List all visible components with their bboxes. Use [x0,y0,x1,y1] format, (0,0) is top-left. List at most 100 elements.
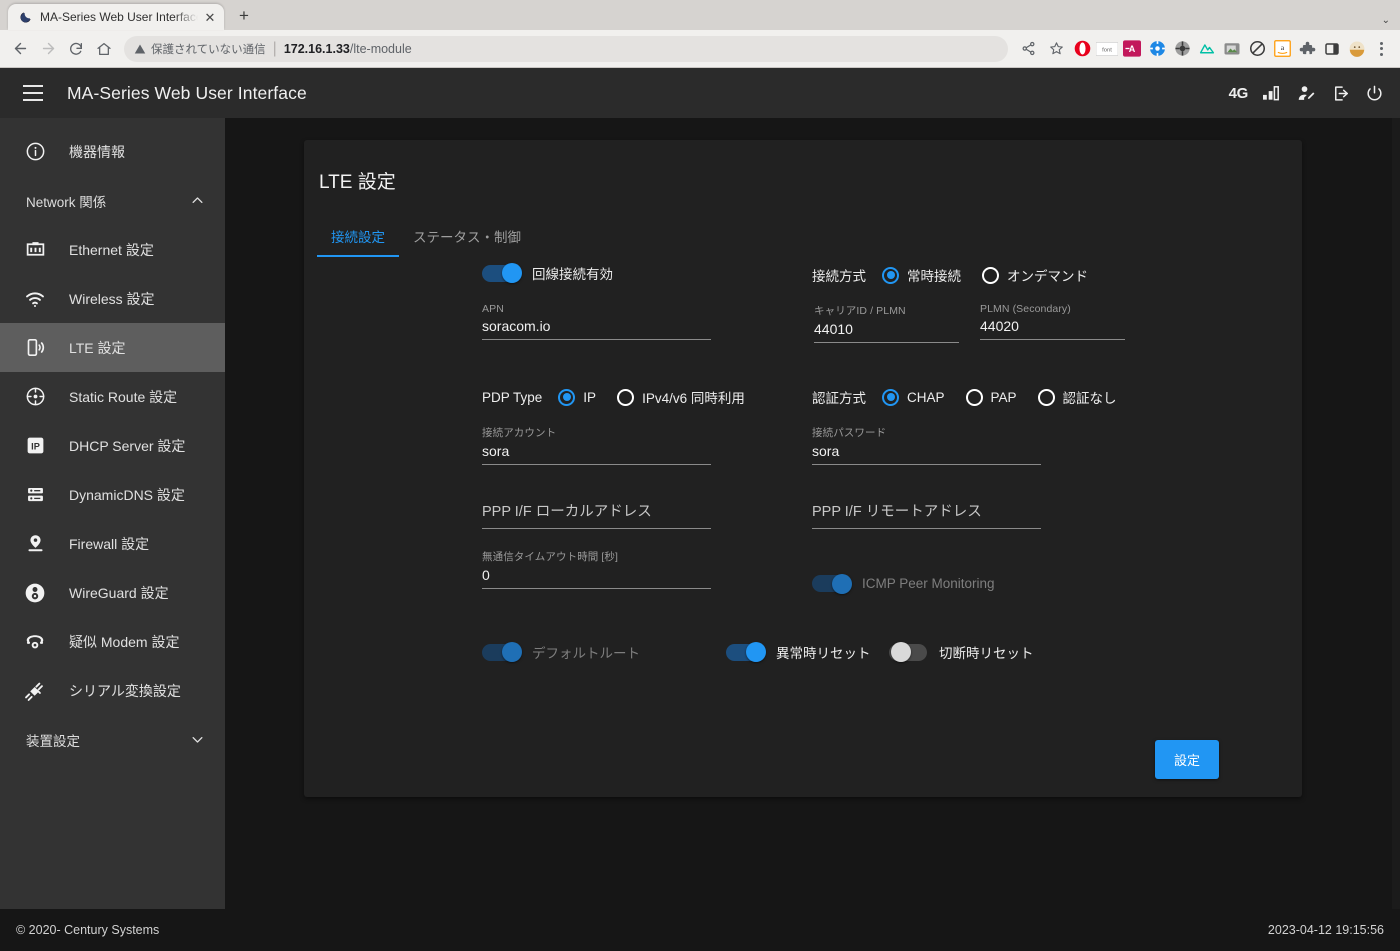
idle-timeout-input[interactable]: 0 [482,567,711,589]
font-extension-icon[interactable]: font [1095,37,1119,61]
password-input[interactable]: sora [812,443,1041,465]
tab-status-control[interactable]: ステータス・制御 [399,216,535,257]
sidebar-item-wireguard[interactable]: WireGuard 設定 [0,568,225,617]
apn-input[interactable]: soracom.io [482,318,711,340]
pdp-type-option-ip[interactable]: IP [558,388,597,406]
hamburger-icon[interactable] [16,76,50,110]
sidebar-item-pseudo-modem[interactable]: 疑似 Modem 設定 [0,617,225,666]
auth-method-option-chap[interactable]: CHAP [882,388,945,406]
option-label: PAP [990,389,1017,405]
account-input[interactable]: sora [482,443,711,465]
sidebar-item-dhcp-server[interactable]: IP DHCP Server 設定 [0,421,225,470]
auth-method-option-none[interactable]: 認証なし [1037,387,1117,407]
password-label: 接続パスワード [812,427,887,439]
line-enable-toggle[interactable]: 回線接続有効 [482,263,613,283]
toggle-switch[interactable] [889,642,927,662]
page-title: LTE 設定 [319,172,396,193]
sidebar-top-space [0,118,225,127]
profile-avatar-icon[interactable] [1345,37,1369,61]
reload-icon[interactable] [62,35,90,63]
reset-on-disconnect-toggle[interactable]: 切断時リセット [889,642,1034,662]
sidebar-item-static-route[interactable]: Static Route 設定 [0,372,225,421]
sidebar-item-label: 疑似 Modem 設定 [69,633,180,650]
browser-tab[interactable]: MA-Series Web User Interface ✕ [8,4,224,30]
sidebar: 機器情報 Network 関係 Ethernet 設定 Wireless 設定 … [0,118,225,909]
translate-extension-icon[interactable]: A [1120,37,1144,61]
idle-timeout-field[interactable]: 無通信タイムアウト時間 [秒] 0 [482,549,711,589]
carrier-plmn-field[interactable]: キャリアID / PLMN 44010 [814,303,959,343]
opera-icon[interactable] [1070,37,1094,61]
signal-strength-icon[interactable] [1263,81,1282,105]
footer-copyright: © 2020- Century Systems [16,923,160,937]
forward-icon [34,35,62,63]
carrier-plmn-input[interactable]: 44010 [814,321,959,343]
sidebar-item-label: LTE 設定 [69,339,126,356]
default-route-toggle[interactable]: デフォルトルート [482,642,640,662]
block-extension-icon[interactable] [1245,37,1269,61]
icmp-peer-monitoring-toggle[interactable]: ICMP Peer Monitoring [812,573,995,594]
close-icon[interactable]: ✕ [202,9,218,25]
sidebar-item-wireless[interactable]: Wireless 設定 [0,274,225,323]
radio-icon [558,388,576,406]
plmn-secondary-input[interactable]: 44020 [980,318,1125,340]
address-bar-url: 172.16.1.33/lte-module [284,42,412,56]
star-icon[interactable] [1042,35,1070,63]
password-field[interactable]: 接続パスワード sora [812,425,1041,465]
connect-mode-option-ondemand[interactable]: オンデマンド [982,265,1088,285]
logout-icon[interactable] [1331,81,1350,105]
ppp-local-address-field[interactable]: PPP I/F ローカルアドレス [482,500,711,529]
security-warning[interactable]: 保護されていない通信 [134,41,266,57]
auth-method-label: 認証方式 [812,391,866,406]
shutter-extension-icon[interactable] [1170,37,1194,61]
share-icon[interactable] [1014,35,1042,63]
firewall-icon [22,533,48,554]
reset-on-error-toggle[interactable]: 異常時リセット [726,642,871,662]
ppp-remote-address-field[interactable]: PPP I/F リモートアドレス [812,500,1041,529]
chevron-up-icon [190,193,205,208]
toggle-switch[interactable] [482,642,522,662]
power-icon[interactable] [1365,81,1384,105]
toggle-switch[interactable] [812,573,852,594]
back-icon[interactable] [6,35,34,63]
warning-triangle-icon [134,43,146,55]
chevron-down-icon[interactable]: ⌄ [1382,15,1390,26]
puzzle-extensions-icon[interactable] [1295,37,1319,61]
svg-text:A: A [1129,44,1136,54]
apn-field[interactable]: APN soracom.io [482,303,711,340]
toggle-switch[interactable] [482,263,522,283]
compass-extension-icon[interactable] [1145,37,1169,61]
auth-method-radio-group: 認証方式 CHAP PAP 認証なし [812,387,1127,407]
account-field[interactable]: 接続アカウント sora [482,425,711,465]
sidebar-item-ethernet[interactable]: Ethernet 設定 [0,225,225,274]
browser-window: MA-Series Web User Interface ✕ + ⌄ 保護されて… [0,0,1400,951]
sidepanel-icon[interactable] [1320,37,1344,61]
ppp-local-address-input[interactable]: PPP I/F ローカルアドレス [482,500,711,529]
amazon-extension-icon[interactable]: a [1270,37,1294,61]
new-tab-button[interactable]: + [231,3,257,29]
screenshot-extension-icon[interactable] [1220,37,1244,61]
sidebar-group-device-settings[interactable]: 装置設定 [0,715,225,764]
address-bar[interactable]: 保護されていない通信 | 172.16.1.33/lte-module [124,35,1008,62]
plmn-secondary-field[interactable]: PLMN (Secondary) 44020 [980,303,1125,340]
pdp-type-option-dual[interactable]: IPv4/v6 同時利用 [617,387,745,407]
lte-settings-panel: LTE 設定 接続設定 ステータス・制御 回線接続有効 接続方式 常時接続 オン… [304,140,1302,797]
user-switch-icon[interactable] [1297,81,1316,105]
page-scrollbar[interactable] [1392,118,1400,909]
sidebar-group-network[interactable]: Network 関係 [0,176,225,225]
connect-mode-option-always[interactable]: 常時接続 [882,265,961,285]
route-icon [22,386,48,407]
sidebar-item-firewall[interactable]: Firewall 設定 [0,519,225,568]
sidebar-item-lte[interactable]: LTE 設定 [0,323,225,372]
home-icon[interactable] [90,35,118,63]
submit-button[interactable]: 設定 [1154,740,1219,779]
auth-method-option-pap[interactable]: PAP [965,388,1017,406]
option-label: IP [583,389,597,405]
sidebar-item-dynamicdns[interactable]: DynamicDNS 設定 [0,470,225,519]
toggle-switch[interactable] [726,642,766,662]
tab-connection-settings[interactable]: 接続設定 [317,216,399,257]
sidebar-item-serial-conversion[interactable]: シリアル変換設定 [0,666,225,715]
mountain-extension-icon[interactable] [1195,37,1219,61]
kebab-menu-icon[interactable] [1370,37,1392,61]
sidebar-item-device-info[interactable]: 機器情報 [0,127,225,176]
ppp-remote-address-input[interactable]: PPP I/F リモートアドレス [812,500,1041,529]
